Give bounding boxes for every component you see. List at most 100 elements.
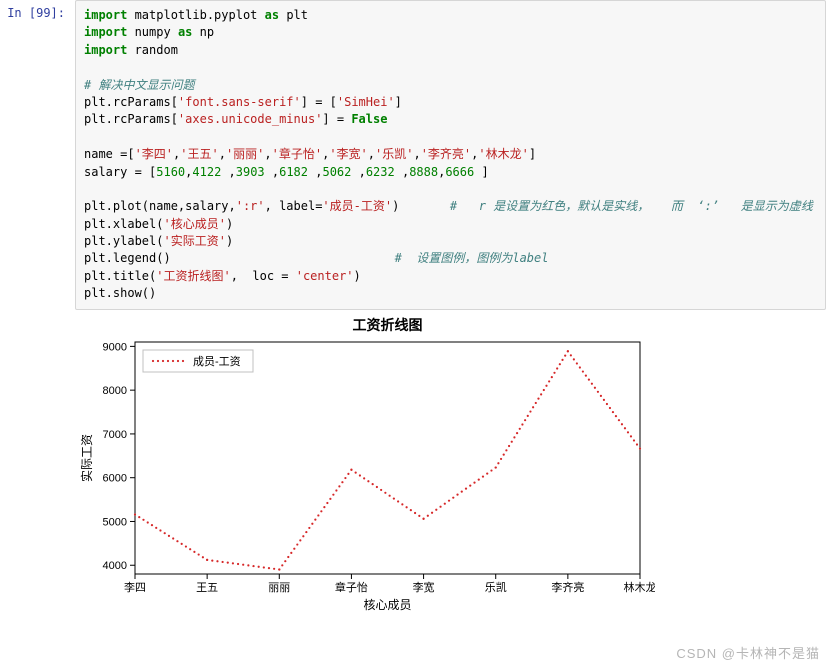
line-dot xyxy=(508,445,510,447)
line-dot xyxy=(211,559,213,561)
line-dot xyxy=(548,380,550,382)
line-dot xyxy=(193,550,195,552)
line-dot xyxy=(287,556,289,558)
line-dot xyxy=(389,494,391,496)
line-dot xyxy=(495,466,497,468)
line-dot xyxy=(621,423,623,425)
line-dot xyxy=(206,558,208,560)
line-dot xyxy=(618,419,620,421)
line-dot xyxy=(422,517,424,519)
y-tick-label: 7000 xyxy=(103,429,127,441)
line-dot xyxy=(185,545,187,547)
line-dot xyxy=(138,516,140,518)
line-dot xyxy=(155,526,157,528)
line-dot xyxy=(134,513,136,515)
line-dot xyxy=(579,366,581,368)
line-dot xyxy=(252,565,254,567)
line-dot xyxy=(281,564,283,566)
x-tick-label: 林木龙 xyxy=(624,580,656,594)
line-dot xyxy=(350,468,352,470)
line-dot xyxy=(344,477,346,479)
line-dot xyxy=(456,493,458,495)
line-dot xyxy=(305,531,307,533)
x-tick-label: 李四 xyxy=(124,580,146,594)
line-dot xyxy=(308,526,310,528)
line-dot xyxy=(473,481,475,483)
line-dot xyxy=(393,497,395,499)
line-dot xyxy=(551,376,553,378)
line-dot xyxy=(576,362,578,364)
line-dot xyxy=(181,542,183,544)
line-dot xyxy=(452,496,454,498)
line-dot xyxy=(503,453,505,455)
line-dot xyxy=(227,561,229,563)
line-dot xyxy=(478,478,480,480)
line-dot xyxy=(527,414,529,416)
line-dot xyxy=(216,560,218,562)
legend-swatch-dot xyxy=(182,360,184,362)
cell-prompt: In [99]: xyxy=(0,0,75,26)
x-tick-label: 乐凯 xyxy=(485,581,507,594)
line-dot xyxy=(347,472,349,474)
line-dot xyxy=(410,509,412,511)
line-dot xyxy=(630,435,632,437)
line-dot xyxy=(147,521,149,523)
line-dot xyxy=(263,566,265,568)
x-tick-label: 章子怡 xyxy=(335,580,368,594)
line-dot xyxy=(627,431,629,433)
line-dot xyxy=(363,477,365,479)
line-dot xyxy=(164,532,166,534)
y-axis-label: 实际工资 xyxy=(79,434,94,482)
line-dot xyxy=(232,562,234,564)
line-dot xyxy=(258,565,260,567)
x-tick-label: 丽丽 xyxy=(268,582,290,594)
y-tick-label: 8000 xyxy=(103,385,127,397)
line-dot xyxy=(431,511,433,513)
line-dot xyxy=(323,506,325,508)
legend-swatch-dot xyxy=(162,360,164,362)
line-dot xyxy=(335,489,337,491)
legend-swatch-dot xyxy=(167,360,169,362)
line-dot xyxy=(448,499,450,501)
line-dot xyxy=(397,500,399,502)
line-dot xyxy=(465,487,467,489)
line-dot xyxy=(278,568,280,570)
line-dot xyxy=(519,427,521,429)
line-dot xyxy=(561,358,563,360)
line-dot xyxy=(636,443,638,445)
line-dot xyxy=(401,503,403,505)
line-dot xyxy=(380,488,382,490)
line-dot xyxy=(329,497,331,499)
line-dot xyxy=(537,397,539,399)
line-dot xyxy=(189,548,191,550)
line-dot xyxy=(615,415,617,417)
line-dot xyxy=(202,556,204,558)
line-dot xyxy=(582,370,584,372)
line-dot xyxy=(529,410,531,412)
x-tick-label: 李齐亮 xyxy=(551,580,584,594)
line-dot xyxy=(461,490,463,492)
line-dot xyxy=(237,563,239,565)
line-dot xyxy=(559,363,561,365)
line-dot xyxy=(338,485,340,487)
line-dot xyxy=(564,354,566,356)
y-tick-label: 4000 xyxy=(103,560,127,572)
line-dot xyxy=(367,480,369,482)
line-dot xyxy=(603,398,605,400)
line-dot xyxy=(556,367,558,369)
y-tick-label: 9000 xyxy=(103,341,127,353)
line-dot xyxy=(359,474,361,476)
line-dot xyxy=(302,535,304,537)
x-axis-label: 核心成员 xyxy=(363,598,411,612)
line-dot xyxy=(311,522,313,524)
line-dot xyxy=(376,486,378,488)
line-dot xyxy=(418,514,420,516)
x-tick-label: 李宽 xyxy=(413,580,435,594)
code-input[interactable]: import matplotlib.pyplot as plt import n… xyxy=(75,0,826,310)
line-dot xyxy=(320,510,322,512)
line-dot xyxy=(317,514,319,516)
line-dot xyxy=(511,440,513,442)
line-dot xyxy=(543,389,545,391)
code-cell: In [99]: import matplotlib.pyplot as plt… xyxy=(0,0,830,310)
line-dot xyxy=(172,537,174,539)
